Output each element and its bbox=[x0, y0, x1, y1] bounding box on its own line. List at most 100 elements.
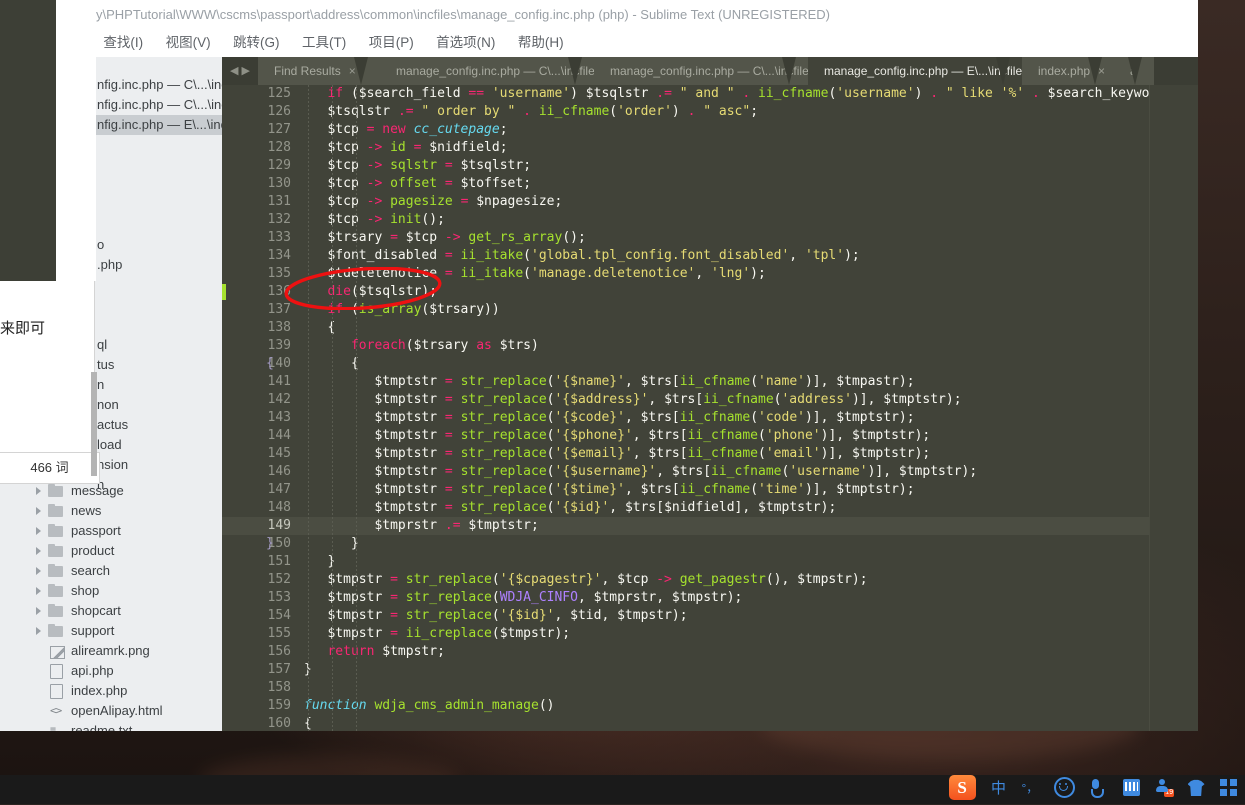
ime-toolbar[interactable]: S 中 °， 19 bbox=[949, 775, 1237, 804]
tab-close-icon[interactable]: × bbox=[349, 57, 356, 85]
code-token: $trs bbox=[625, 500, 656, 515]
sidebar-folder-message[interactable]: message bbox=[0, 481, 222, 501]
minimap[interactable] bbox=[1149, 85, 1198, 731]
code-token: )], bbox=[868, 464, 899, 479]
code-token bbox=[406, 122, 414, 137]
code-token: ( bbox=[492, 590, 500, 605]
code-line: return $tmpstr; bbox=[304, 643, 1198, 661]
code-token: $npagesize bbox=[476, 194, 554, 209]
code-token: str_replace bbox=[461, 482, 547, 497]
code-token: $nidfield bbox=[429, 140, 499, 155]
menu-item-view[interactable]: 视图(V) bbox=[157, 29, 220, 57]
chevron-right-icon[interactable] bbox=[36, 487, 41, 495]
menu-item-preferences[interactable]: 首选项(N) bbox=[427, 29, 504, 57]
code-token bbox=[359, 140, 367, 155]
punctuation-icon[interactable]: °， bbox=[1021, 779, 1038, 796]
code-token: str_replace bbox=[461, 392, 547, 407]
code-token: $trsary bbox=[429, 302, 484, 317]
code-token bbox=[453, 392, 461, 407]
chinese-mode-icon[interactable]: 中 bbox=[991, 777, 1006, 798]
skin-icon[interactable] bbox=[1188, 779, 1205, 796]
sidebar-file-api.php[interactable]: api.php bbox=[0, 661, 222, 681]
menu-item-help[interactable]: 帮助(H) bbox=[509, 29, 573, 57]
sidebar-folder-news[interactable]: news bbox=[0, 501, 222, 521]
code-token bbox=[453, 176, 461, 191]
sidebar-folder-support[interactable]: support bbox=[0, 621, 222, 641]
line-number: 132 bbox=[268, 212, 291, 227]
sidebar-file-readme.txt[interactable]: ≡readme.txt bbox=[0, 721, 222, 731]
line-number: 133 bbox=[268, 230, 291, 245]
code-token bbox=[453, 446, 461, 461]
menu-item-project[interactable]: 项目(P) bbox=[360, 29, 423, 57]
editor-tab[interactable]: manage_config.inc.php — C\...\incfiles× bbox=[380, 57, 594, 85]
menu-item-tools[interactable]: 工具(T) bbox=[293, 29, 355, 57]
line-number: 139 bbox=[268, 338, 291, 353]
keyboard-icon[interactable] bbox=[1123, 779, 1140, 796]
user-badge-icon[interactable]: 19 bbox=[1155, 779, 1172, 796]
code-token: $trs bbox=[641, 374, 672, 389]
tab-prev-icon[interactable]: ◀ bbox=[230, 65, 241, 77]
microphone-icon[interactable] bbox=[1090, 779, 1107, 796]
sidebar-file-openAlipay.html[interactable]: <>openAlipay.html bbox=[0, 701, 222, 721]
toolbox-icon[interactable] bbox=[1220, 779, 1237, 796]
chevron-right-icon[interactable] bbox=[36, 567, 41, 575]
code-token: ( bbox=[492, 626, 500, 641]
chevron-right-icon[interactable] bbox=[36, 607, 41, 615]
sidebar-folder-product[interactable]: product bbox=[0, 541, 222, 561]
code-token: . bbox=[930, 86, 938, 101]
fold-marker[interactable]: } bbox=[266, 535, 274, 553]
code-token: = bbox=[445, 176, 453, 191]
code-token: ); bbox=[672, 608, 688, 623]
sogou-logo-icon[interactable]: S bbox=[949, 775, 976, 800]
emoji-icon[interactable] bbox=[1054, 777, 1075, 798]
code-token: [ bbox=[703, 464, 711, 479]
tab-next-icon[interactable]: ▶ bbox=[241, 65, 252, 77]
code-token: (), bbox=[766, 572, 797, 587]
code-token bbox=[359, 212, 367, 227]
code-token bbox=[437, 248, 445, 263]
code-token bbox=[453, 464, 461, 479]
code-token: $trsary bbox=[327, 230, 382, 245]
line-number: 141 bbox=[268, 374, 291, 389]
tab-label: Find Results bbox=[274, 57, 341, 85]
chevron-right-icon[interactable] bbox=[36, 587, 41, 595]
sidebar-folder-shop[interactable]: shop bbox=[0, 581, 222, 601]
code-line: function wdja_cms_admin_manage() bbox=[304, 697, 1198, 715]
code-token: $search_field bbox=[359, 86, 461, 101]
code-token: , bbox=[625, 410, 641, 425]
code-token bbox=[938, 86, 946, 101]
code-token: '{$name}' bbox=[554, 374, 624, 389]
sidebar-folder-label: message bbox=[71, 481, 124, 501]
code-line: $tmptstr = str_replace('{$email}', $trs[… bbox=[304, 445, 1198, 463]
code-token bbox=[398, 572, 406, 587]
gutter-line: 130 bbox=[222, 175, 304, 193]
sidebar-scrollbar-thumb[interactable] bbox=[91, 372, 97, 476]
editor-tab[interactable]: manage_config.inc.php — C\...\incfiles bbox=[594, 57, 808, 85]
editor-tab[interactable]: manage_config.inc.php — E\...\incfiles× bbox=[808, 57, 1022, 85]
chevron-right-icon[interactable] bbox=[36, 527, 41, 535]
sidebar-folder-search[interactable]: search bbox=[0, 561, 222, 581]
code-token bbox=[484, 86, 492, 101]
line-number: 147 bbox=[268, 482, 291, 497]
code-token: )) bbox=[484, 302, 500, 317]
code-token bbox=[398, 230, 406, 245]
chevron-right-icon[interactable] bbox=[36, 627, 41, 635]
gutter-line: 149 bbox=[222, 517, 304, 535]
code-token: ( bbox=[609, 104, 617, 119]
code-token bbox=[382, 590, 390, 605]
tab-nav-arrows[interactable]: ◀▶ bbox=[230, 57, 253, 85]
sidebar-folder-passport[interactable]: passport bbox=[0, 521, 222, 541]
sidebar-file-index.php[interactable]: index.php bbox=[0, 681, 222, 701]
sidebar-file-alireamrk.png[interactable]: alireamrk.png bbox=[0, 641, 222, 661]
folder-icon bbox=[48, 586, 63, 597]
code-line: if ($search_field == 'username') $tsqlst… bbox=[304, 85, 1198, 103]
code-token: = bbox=[445, 374, 453, 389]
menu-item-find[interactable]: 查找(I) bbox=[94, 29, 152, 57]
code-content[interactable]: if ($search_field == 'username') $tsqlst… bbox=[304, 85, 1198, 731]
sidebar-folder-shopcart[interactable]: shopcart bbox=[0, 601, 222, 621]
menu-item-goto[interactable]: 跳转(G) bbox=[224, 29, 289, 57]
chevron-right-icon[interactable] bbox=[36, 547, 41, 555]
fold-marker[interactable]: { bbox=[266, 355, 274, 373]
chevron-right-icon[interactable] bbox=[36, 507, 41, 515]
code-token bbox=[1040, 86, 1048, 101]
